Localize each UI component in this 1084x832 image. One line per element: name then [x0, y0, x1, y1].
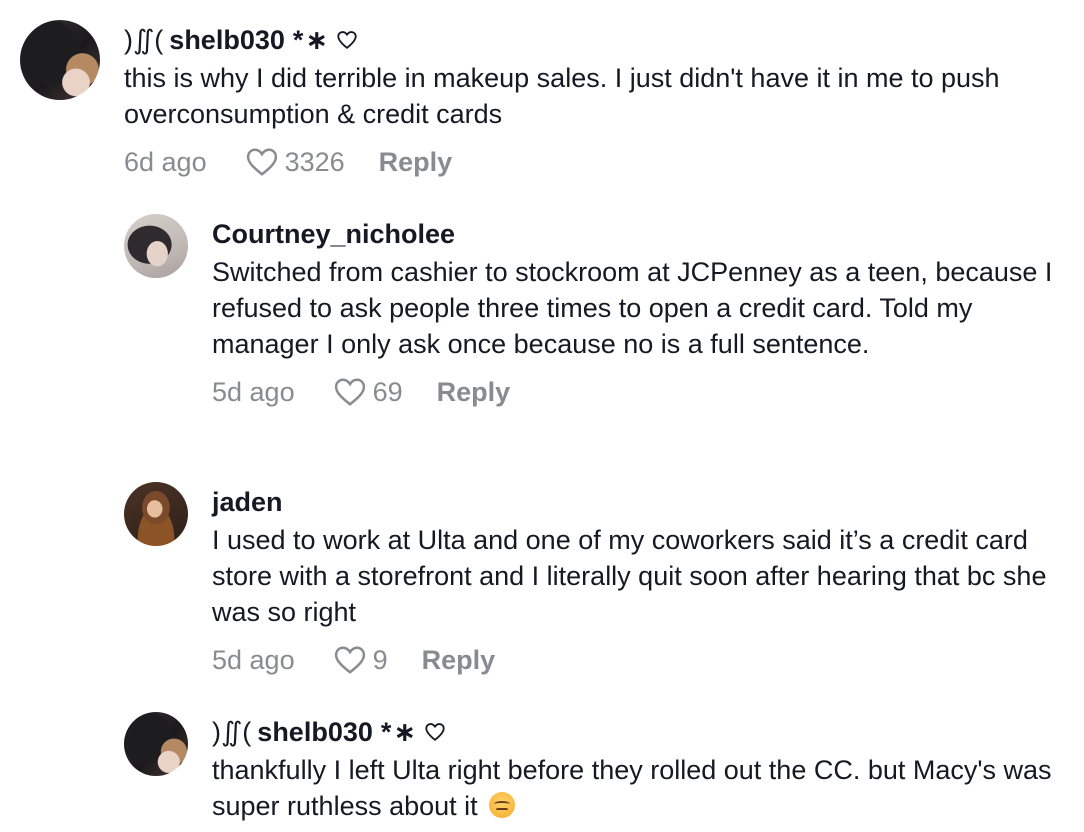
comment-time: 5d ago: [212, 376, 295, 407]
comment-username[interactable]: shelb030: [257, 712, 373, 752]
comment-username-row[interactable]: )∬( shelb030 *∗: [124, 20, 1060, 60]
comment-text: I used to work at Ulta and one of my cow…: [212, 525, 1054, 627]
reply-item: jaden I used to work at Ulta and one of …: [124, 482, 1064, 680]
avatar[interactable]: [124, 214, 188, 278]
comment-body: )∬( shelb030 *∗ thankfully I left Ulta r…: [212, 712, 1064, 824]
comment-body: Courtney_nicholee Switched from cashier …: [212, 214, 1064, 412]
comment-body: )∬( shelb030 *∗ this is why I did terrib…: [124, 20, 1060, 182]
like-count: 9: [372, 644, 388, 675]
comment-body: jaden I used to work at Ulta and one of …: [212, 482, 1064, 680]
like-button[interactable]: 9: [333, 645, 388, 676]
like-button[interactable]: 69: [333, 377, 403, 408]
comment-time: 5d ago: [212, 644, 295, 675]
heart-outline-icon[interactable]: [333, 645, 367, 675]
heart-outline-icon: [337, 31, 357, 49]
comment-meta: 5d ago 69 Reply: [212, 372, 1064, 412]
comment-username[interactable]: Courtney_nicholee: [212, 214, 455, 254]
heart-outline-icon[interactable]: [333, 377, 367, 407]
heart-outline-icon[interactable]: [245, 147, 279, 177]
username-prefix-glyph: )∬(: [212, 717, 252, 747]
username-suffix: *∗: [380, 717, 419, 747]
comment-meta: 6d ago 3326 Reply: [124, 142, 1060, 182]
avatar[interactable]: [124, 482, 188, 546]
comment-username[interactable]: shelb030: [169, 20, 285, 60]
avatar[interactable]: [124, 712, 188, 776]
username-suffix: *∗: [292, 25, 331, 55]
username-prefix-glyph: )∬(: [124, 25, 164, 55]
comment-username-row[interactable]: Courtney_nicholee: [212, 214, 1064, 254]
like-button[interactable]: 3326: [245, 147, 345, 178]
comment-item: )∬( shelb030 *∗ this is why I did terrib…: [20, 20, 1060, 182]
comment-text: Switched from cashier to stockroom at JC…: [212, 257, 1060, 359]
comment-meta: 5d ago 9 Reply: [212, 640, 1064, 680]
comment-username-row[interactable]: )∬( shelb030 *∗: [212, 712, 1064, 752]
reply-item: )∬( shelb030 *∗ thankfully I left Ulta r…: [124, 712, 1064, 824]
comment-text: thankfully I left Ulta right before they…: [212, 752, 1064, 824]
comment-text-content: thankfully I left Ulta right before they…: [212, 755, 1060, 821]
like-count: 69: [372, 376, 403, 407]
reply-button[interactable]: Reply: [437, 377, 511, 408]
heart-outline-icon: [425, 723, 445, 741]
reply-button[interactable]: Reply: [379, 147, 453, 178]
comment-username[interactable]: jaden: [212, 482, 283, 522]
comment-text: this is why I did terrible in makeup sal…: [124, 63, 1008, 129]
reply-button[interactable]: Reply: [422, 645, 496, 676]
like-count: 3326: [284, 146, 345, 177]
reply-item: Courtney_nicholee Switched from cashier …: [124, 214, 1064, 412]
confounded-face-emoji-icon: [489, 792, 516, 818]
comment-time: 6d ago: [124, 146, 207, 177]
comment-username-row[interactable]: jaden: [212, 482, 1064, 522]
avatar[interactable]: [20, 20, 100, 100]
